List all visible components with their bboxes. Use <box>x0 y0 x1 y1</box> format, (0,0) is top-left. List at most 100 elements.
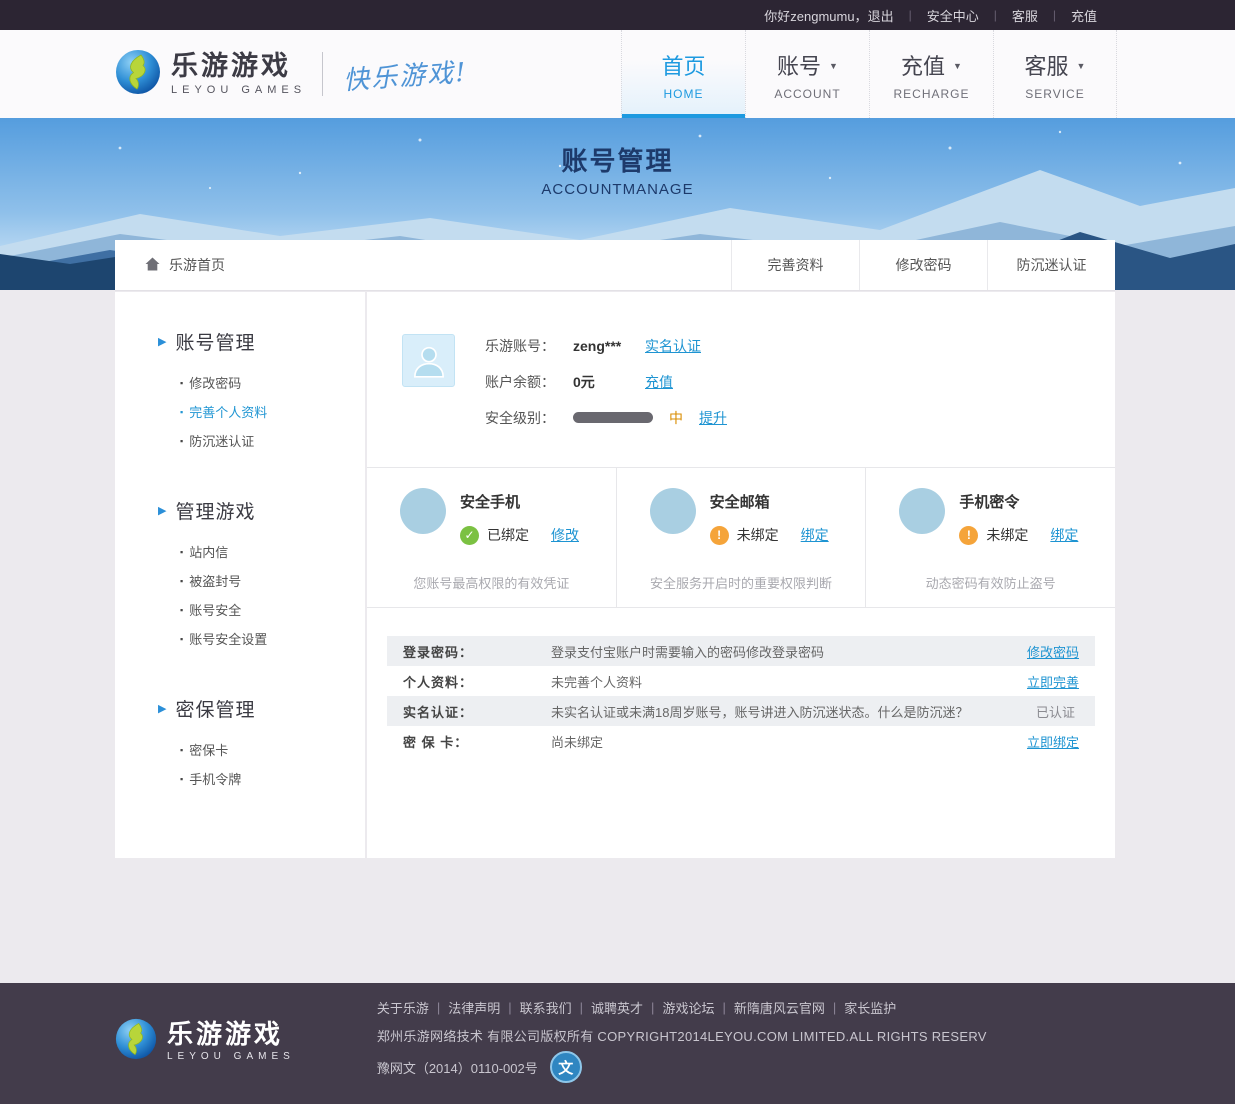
logout-link[interactable]: 退出 <box>868 6 894 25</box>
chevron-down-icon: ▼ <box>829 61 838 71</box>
footer-link-jobs[interactable]: 诚聘英才 <box>591 998 643 1017</box>
footer-link-legal[interactable]: 法律声明 <box>448 998 500 1017</box>
sidebar-item-mobile-token[interactable]: ▪手机令牌 <box>180 764 365 793</box>
bullet-icon: ▪ <box>180 378 183 388</box>
phone-icon <box>400 488 446 534</box>
nav-recharge[interactable]: 充值▼ RECHARGE <box>869 30 993 118</box>
main-nav: 首页 HOME 账号▼ ACCOUNT 充值▼ RECHARGE 客服▼ SER… <box>621 30 1117 118</box>
footer-logo-title: 乐游游戏 <box>167 1021 295 1047</box>
nav-home[interactable]: 首页 HOME <box>621 30 745 118</box>
modify-phone-link[interactable]: 修改 <box>551 525 579 545</box>
leyou-logo-icon <box>115 1018 157 1065</box>
realname-verify-link[interactable]: 实名认证 <box>645 336 701 356</box>
separator: | <box>833 1000 836 1015</box>
footer-link-forum[interactable]: 游戏论坛 <box>662 998 714 1017</box>
status-text: 已绑定 <box>487 525 529 545</box>
logo-title: 乐游游戏 <box>171 53 306 80</box>
sidebar-item-label: 账号安全设置 <box>189 629 267 648</box>
customer-service-link[interactable]: 客服 <box>1012 6 1038 25</box>
settings-table: 登录密码： 登录支付宝账户时需要输入的密码修改登录密码 修改密码 个人资料： 未… <box>367 608 1115 858</box>
sidebar-item-stolen-banned[interactable]: ▪被盗封号 <box>180 566 365 595</box>
breadcrumb[interactable]: 乐游首页 <box>115 240 731 290</box>
footer-links: 关于乐游| 法律声明| 联系我们| 诚聘英才| 游戏论坛| 新隋唐风云官网| 家… <box>377 998 987 1017</box>
recharge-link[interactable]: 充值 <box>645 372 673 392</box>
chevron-down-icon: ▼ <box>1077 61 1086 71</box>
sidebar-item-anti-addiction[interactable]: ▪防沉迷认证 <box>180 426 365 455</box>
footer-logo[interactable]: 乐游游戏 LEYOU GAMES <box>115 1018 295 1065</box>
nav-service[interactable]: 客服▼ SERVICE <box>993 30 1117 118</box>
email-icon <box>650 488 696 534</box>
security-level-label: 安全级别： <box>485 408 573 428</box>
tab-complete-profile[interactable]: 完善资料 <box>731 240 859 290</box>
sidebar-item-account-security[interactable]: ▪ 账号安全 <box>180 595 365 624</box>
sidebar-item-label: 密保卡 <box>189 740 228 759</box>
sidebar-item-change-password[interactable]: ▪修改密码 <box>180 368 365 397</box>
row-label: 登录密码： <box>403 642 551 661</box>
status-text: 未绑定 <box>737 525 779 545</box>
row-description: 登录支付宝账户时需要输入的密码修改登录密码 <box>551 642 1027 661</box>
card-caption: 动态密码有效防止盗号 <box>866 573 1115 592</box>
sidebar-group-title-account-manage[interactable]: ▶ 账号管理 <box>158 328 365 355</box>
bullet-icon: ▪ <box>180 605 183 615</box>
complete-profile-link[interactable]: 立即完善 <box>1027 672 1079 691</box>
divider <box>322 52 323 96</box>
nav-home-label: 首页 <box>661 49 705 81</box>
page-subtitle: ACCOUNTMANAGE <box>0 181 1235 198</box>
row-label: 个人资料： <box>403 672 551 691</box>
account-balance-row: 账户余额： 0元 充值 <box>485 370 727 393</box>
footer-text: 关于乐游| 法律声明| 联系我们| 诚聘英才| 游戏论坛| 新隋唐风云官网| 家… <box>377 983 987 1104</box>
culture-cert-badge[interactable]: 文 <box>550 1051 582 1083</box>
bind-token-link[interactable]: 绑定 <box>1050 525 1078 545</box>
change-password-link[interactable]: 修改密码 <box>1027 642 1079 661</box>
logo[interactable]: 乐游游戏 LEYOU GAMES <box>115 49 306 100</box>
page-title: 账号管理 <box>0 141 1235 178</box>
footer-link-about[interactable]: 关于乐游 <box>377 998 429 1017</box>
bullet-icon: ▪ <box>180 436 183 446</box>
bind-email-link[interactable]: 绑定 <box>801 525 829 545</box>
sidebar-group-label: 账号管理 <box>175 328 255 355</box>
sidebar-item-label: 账号安全 <box>189 600 241 619</box>
card-title: 安全手机 <box>460 491 579 512</box>
sidebar-item-secret-card[interactable]: ▪密保卡 <box>180 735 365 764</box>
security-upgrade-link[interactable]: 提升 <box>699 408 727 428</box>
slogan: 快乐游戏! <box>342 51 469 97</box>
person-icon <box>409 341 449 381</box>
triangle-right-icon: ▶ <box>158 335 167 348</box>
sidebar-item-complete-profile[interactable]: ▪完善个人资料 <box>180 397 365 426</box>
account-summary: 乐游账号： zeng*** 实名认证 账户余额： 0元 充值 安全级别： <box>367 292 1115 468</box>
status-text: 未绑定 <box>986 525 1028 545</box>
nav-account-label: 账号 <box>777 49 821 81</box>
tab-change-password[interactable]: 修改密码 <box>859 240 987 290</box>
recharge-link[interactable]: 充值 <box>1071 6 1097 25</box>
card-title: 安全邮箱 <box>710 491 829 512</box>
check-circle-icon: ✓ <box>460 526 479 545</box>
security-cards: 安全手机 ✓ 已绑定 修改 您账号最高权限的有效凭证 <box>367 468 1115 608</box>
separator: | <box>580 1000 583 1015</box>
user-greeting: 你好zengmumu， <box>764 6 867 25</box>
username-label: 乐游账号： <box>485 336 573 356</box>
breadcrumb-label: 乐游首页 <box>169 255 225 275</box>
footer-link-game-official[interactable]: 新隋唐风云官网 <box>734 998 825 1017</box>
breadcrumb-bar: 乐游首页 完善资料 修改密码 防沉迷认证 <box>115 240 1115 290</box>
sidebar-group-title-secret-manage[interactable]: ▶ 密保管理 <box>158 695 365 722</box>
tab-anti-addiction[interactable]: 防沉迷认证 <box>987 240 1115 290</box>
security-level-value: 中 <box>669 408 683 428</box>
separator: | <box>437 1000 440 1015</box>
security-center-link[interactable]: 安全中心 <box>927 6 979 25</box>
bullet-icon: ▪ <box>180 774 183 784</box>
nav-account[interactable]: 账号▼ ACCOUNT <box>745 30 869 118</box>
sidebar-item-site-mail[interactable]: ▪站内信 <box>180 537 365 566</box>
username-value: zeng*** <box>573 338 645 354</box>
separator: | <box>994 8 997 22</box>
warning-circle-icon: ! <box>710 526 729 545</box>
footer-link-contact[interactable]: 联系我们 <box>520 998 572 1017</box>
warning-circle-icon: ! <box>959 526 978 545</box>
separator: | <box>508 1000 511 1015</box>
sidebar-group-title-game-manage[interactable]: ▶ 管理游戏 <box>158 497 365 524</box>
nav-home-sublabel: HOME <box>622 87 745 101</box>
sidebar-item-security-settings[interactable]: ▪账号安全设置 <box>180 624 365 653</box>
content-container: 乐游首页 完善资料 修改密码 防沉迷认证 ▶ 账号管理 ▪修改密码 ▪完善个人 <box>115 240 1115 858</box>
footer-link-parental[interactable]: 家长监护 <box>844 998 896 1017</box>
bind-secret-card-link[interactable]: 立即绑定 <box>1027 732 1079 751</box>
separator: | <box>651 1000 654 1015</box>
